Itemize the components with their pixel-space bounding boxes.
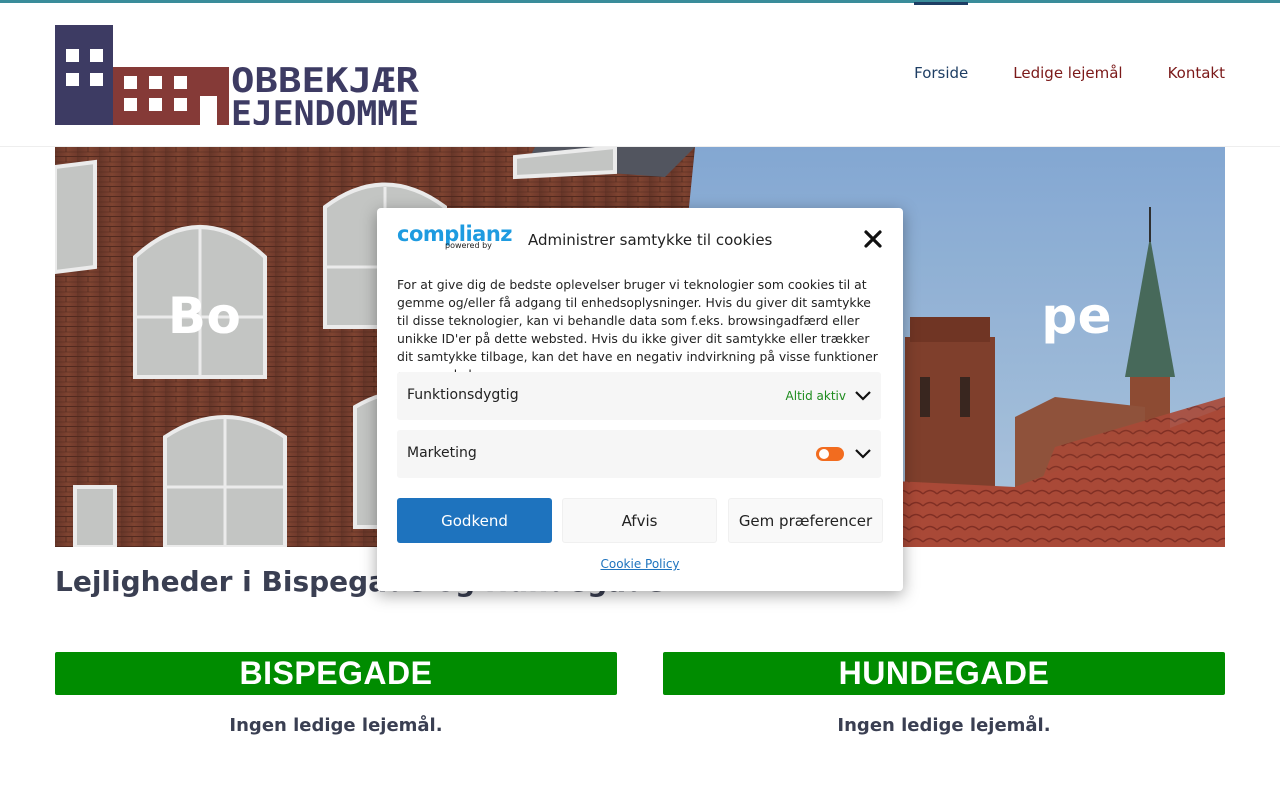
pref-row-funktionsdygtig[interactable]: Funktionsdygtig Altid aktiv — [397, 372, 881, 420]
pref-label-funktionsdygtig: Funktionsdygtig — [407, 387, 519, 403]
save-preferences-button[interactable]: Gem præferencer — [728, 498, 883, 543]
column-hundegade: HUNDEGADE Ingen ledige lejemål. — [663, 652, 1225, 736]
hundegade-status: Ingen ledige lejemål. — [837, 715, 1051, 736]
nav-item-kontakt[interactable]: Kontakt — [1168, 3, 1225, 147]
accept-button[interactable]: Godkend — [397, 498, 552, 543]
cookie-consent-modal: complianz powered by Administrer samtykk… — [377, 208, 903, 591]
complianz-logo: complianz powered by — [397, 222, 513, 250]
hero-title-left: Bo — [167, 287, 242, 345]
cookie-modal-body: For at give dig de bedste oplevelser bru… — [397, 277, 878, 382]
bispegade-title-banner: BISPEGADE — [55, 652, 617, 695]
hundegade-title-banner: HUNDEGADE — [663, 652, 1225, 695]
marketing-toggle[interactable] — [816, 447, 844, 461]
close-icon[interactable] — [863, 229, 883, 249]
chevron-down-icon[interactable] — [855, 448, 871, 460]
pref-row-marketing[interactable]: Marketing — [397, 430, 881, 478]
site-logo[interactable]: OBBEKJÆR EJENDOMME — [55, 25, 421, 125]
chevron-down-icon[interactable] — [855, 390, 871, 402]
cookie-policy-link[interactable]: Cookie Policy — [377, 557, 903, 571]
main-nav: Forside Ledige lejemål Kontakt — [869, 2, 1225, 147]
logo-text-line2: EJENDOMME — [231, 94, 419, 125]
pref-label-marketing: Marketing — [407, 445, 477, 461]
column-bispegade: BISPEGADE Ingen ledige lejemål. — [55, 652, 617, 736]
cookie-modal-title: Administrer samtykke til cookies — [528, 231, 773, 249]
nav-item-ledige-lejemaal[interactable]: Ledige lejemål — [1013, 3, 1122, 147]
nav-item-forside[interactable]: Forside — [914, 2, 969, 147]
deny-button[interactable]: Afvis — [562, 498, 717, 543]
pref-always-active: Altid aktiv — [785, 389, 846, 403]
complianz-powered-by: powered by — [445, 241, 492, 250]
bispegade-status: Ingen ledige lejemål. — [229, 715, 443, 736]
cookie-modal-header: complianz powered by Administrer samtykk… — [397, 222, 883, 256]
site-header: OBBEKJÆR EJENDOMME Forside Ledige lejemå… — [0, 2, 1280, 147]
hero-title-right: pe — [1041, 287, 1113, 345]
